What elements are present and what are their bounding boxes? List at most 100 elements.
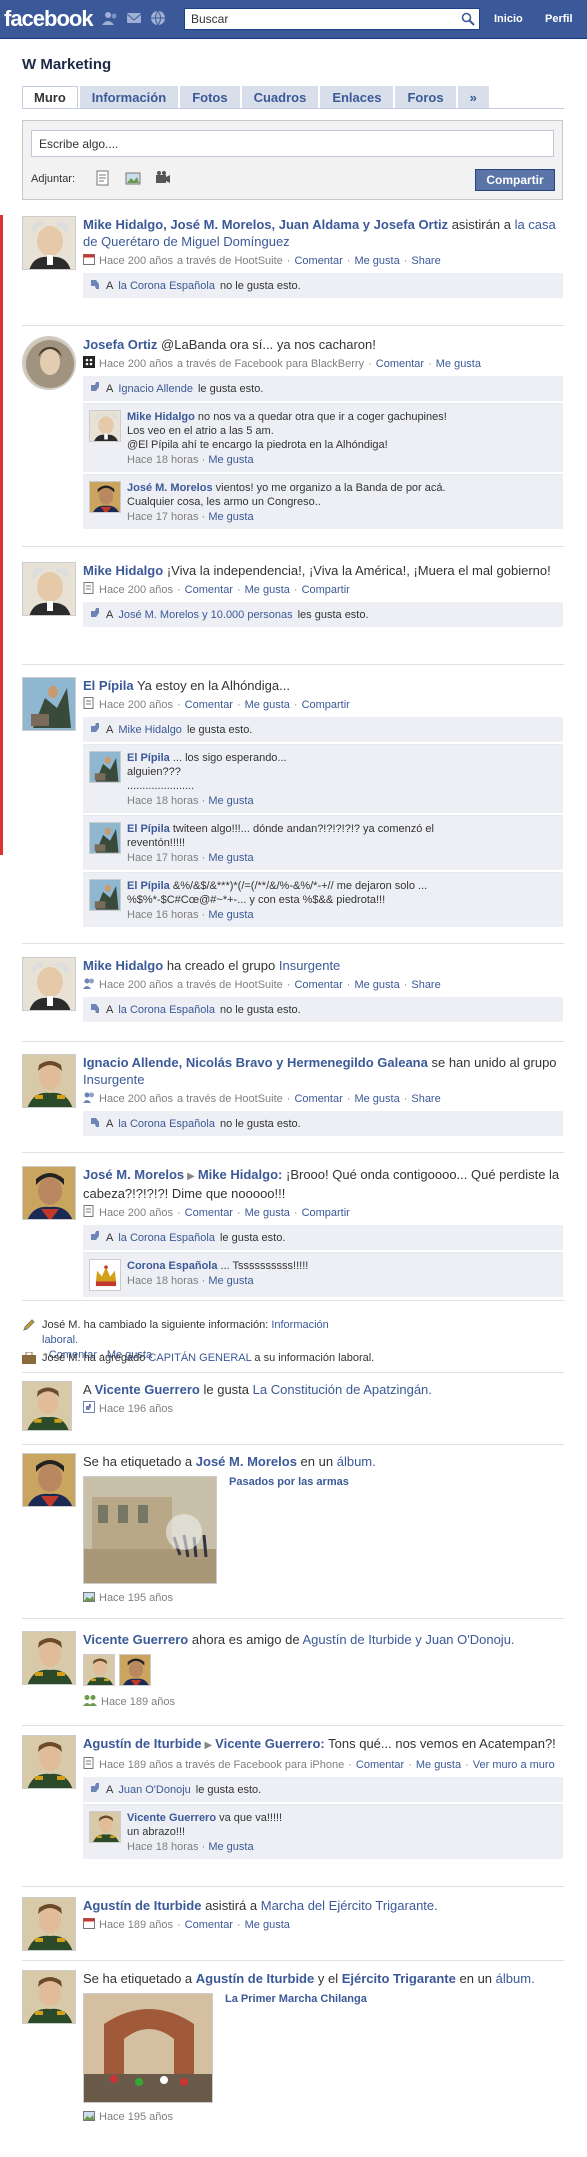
nav-profile-link[interactable]: Perfil <box>545 13 573 25</box>
tab-enlaces[interactable]: Enlaces <box>320 86 394 108</box>
notifications-globe-icon[interactable] <box>150 10 166 26</box>
like-link[interactable]: Me gusta <box>354 1093 399 1105</box>
avatar-vicente-guerrero[interactable] <box>22 1631 76 1685</box>
avatar-jose-morelos[interactable] <box>22 1166 76 1220</box>
friend-thumbnail[interactable] <box>83 1654 115 1686</box>
share-link[interactable]: Share <box>411 1093 440 1105</box>
person-link[interactable]: Mike Hidalgo <box>118 724 182 736</box>
comment-link[interactable]: Comentar <box>185 1919 233 1931</box>
comment-avatar[interactable] <box>89 879 121 911</box>
tab-more[interactable]: » <box>457 86 489 108</box>
person-link[interactable]: la Corona Española <box>118 1004 215 1016</box>
comment-like-link[interactable]: Me gusta <box>208 795 253 807</box>
comment-link[interactable]: Comentar <box>356 1759 404 1771</box>
story-author[interactable]: Vicente Guerrero <box>83 1632 188 1647</box>
friends-link[interactable]: Agustín de Iturbide y Juan O'Donoju. <box>302 1632 514 1647</box>
comment-like-link[interactable]: Me gusta <box>208 852 253 864</box>
comment-author[interactable]: José M. Morelos <box>127 482 213 494</box>
person-link[interactable]: la Corona Española <box>118 280 215 292</box>
share-link[interactable]: Share <box>411 255 440 267</box>
story-author[interactable]: Agustín de Iturbide <box>83 1736 201 1751</box>
attach-photo-icon[interactable] <box>125 170 141 189</box>
story-author[interactable]: Vicente Guerrero <box>95 1382 200 1397</box>
group-link[interactable]: Insurgente <box>83 1072 144 1087</box>
comment-link[interactable]: Comentar <box>185 584 233 596</box>
tab-cuadros[interactable]: Cuadros <box>241 86 319 108</box>
like-link[interactable]: Me gusta <box>354 255 399 267</box>
avatar-ignacio-allende[interactable] <box>22 1054 76 1108</box>
photo-caption[interactable]: La Primer Marcha Chilanga <box>225 1993 367 2103</box>
tab-muro[interactable]: Muro <box>22 86 78 108</box>
photo-caption[interactable]: Pasados por las armas <box>229 1476 349 1584</box>
person-link[interactable]: José M. Morelos y 10.000 personas <box>118 609 292 621</box>
like-link[interactable]: Me gusta <box>436 358 481 370</box>
avatar-agustin-iturbide[interactable] <box>22 1970 76 2024</box>
share-link[interactable]: Share <box>411 979 440 991</box>
story-author[interactable]: Mike Hidalgo <box>83 563 163 578</box>
comment-like-link[interactable]: Me gusta <box>208 1841 253 1853</box>
avatar-mike-hidalgo[interactable] <box>22 216 76 270</box>
search-icon[interactable] <box>461 12 475 29</box>
avatar-vicente-guerrero[interactable] <box>22 1381 72 1431</box>
share-link[interactable]: Compartir <box>302 584 350 596</box>
comment-avatar[interactable] <box>89 751 121 783</box>
event-link[interactable]: Marcha del Ejército Trigarante. <box>261 1898 438 1913</box>
story-author[interactable]: José M. Morelos <box>83 1167 184 1182</box>
album-photo[interactable] <box>83 1476 217 1584</box>
comment-like-link[interactable]: Me gusta <box>208 454 253 466</box>
person-link[interactable]: la Corona Española <box>118 1232 215 1244</box>
comment-link[interactable]: Comentar <box>185 699 233 711</box>
story-author[interactable]: Mike Hidalgo <box>83 958 163 973</box>
page-link[interactable]: La Constitución de Apatzingán. <box>253 1382 432 1397</box>
person-link[interactable]: Ignacio Allende <box>118 383 193 395</box>
comment-link[interactable]: Comentar <box>185 1207 233 1219</box>
comment-like-link[interactable]: Me gusta <box>208 909 253 921</box>
comment-avatar[interactable] <box>89 481 121 513</box>
like-link[interactable]: Me gusta <box>416 1759 461 1771</box>
share-link[interactable]: Compartir <box>302 1207 350 1219</box>
comment-link[interactable]: Comentar <box>294 255 342 267</box>
attach-video-icon[interactable] <box>155 170 171 189</box>
album-photo[interactable] <box>83 1993 213 2103</box>
story-author[interactable]: Agustín de Iturbide <box>83 1898 201 1913</box>
story-author[interactable]: Mike Hidalgo, José M. Morelos, Juan Alda… <box>83 217 448 232</box>
story-author[interactable]: Josefa Ortiz <box>83 337 157 352</box>
like-link[interactable]: Me gusta <box>245 699 290 711</box>
album-link[interactable]: álbum. <box>496 1971 535 1986</box>
messages-icon[interactable] <box>126 10 142 26</box>
comment-author[interactable]: El Pípila <box>127 823 170 835</box>
composer-input[interactable]: Escribe algo.... <box>31 130 554 157</box>
wall-to-wall-link[interactable]: Ver muro a muro <box>473 1759 555 1771</box>
comment-link[interactable]: Comentar <box>294 979 342 991</box>
tagged-person-link[interactable]: José M. Morelos <box>196 1454 297 1469</box>
comment-link[interactable]: Comentar <box>376 358 424 370</box>
friend-thumbnail[interactable] <box>119 1654 151 1686</box>
share-button[interactable]: Compartir <box>475 169 555 191</box>
job-link[interactable]: CAPITÁN GENERAL <box>148 1352 251 1364</box>
target-link[interactable]: Mike Hidalgo: <box>198 1167 283 1182</box>
like-link[interactable]: Me gusta <box>245 1207 290 1219</box>
comment-link[interactable]: Comentar <box>294 1093 342 1105</box>
comment-author[interactable]: Vicente Guerrero <box>127 1812 216 1824</box>
comment-author[interactable]: El Pípila <box>127 752 170 764</box>
target-link[interactable]: Vicente Guerrero: <box>215 1736 325 1751</box>
like-link[interactable]: Me gusta <box>245 1919 290 1931</box>
like-link[interactable]: Me gusta <box>354 979 399 991</box>
comment-author[interactable]: Mike Hidalgo <box>127 411 195 423</box>
avatar-mike-hidalgo[interactable] <box>22 562 76 616</box>
like-link[interactable]: Me gusta <box>245 584 290 596</box>
person-link[interactable]: Juan O'Donoju <box>118 1784 190 1796</box>
story-author[interactable]: Ignacio Allende, Nicolás Bravo y Hermene… <box>83 1055 428 1070</box>
comment-avatar[interactable] <box>89 1259 121 1291</box>
avatar-el-pipila[interactable] <box>22 677 76 731</box>
person-link[interactable]: la Corona Española <box>118 1118 215 1130</box>
comment-like-link[interactable]: Me gusta <box>208 1275 253 1287</box>
tab-foros[interactable]: Foros <box>395 86 456 108</box>
tab-fotos[interactable]: Fotos <box>180 86 240 108</box>
album-link[interactable]: álbum. <box>337 1454 376 1469</box>
tagged-person-link[interactable]: Ejército Trigarante <box>342 1971 456 1986</box>
nav-home-link[interactable]: Inicio <box>494 13 523 25</box>
avatar-agustin-iturbide[interactable] <box>22 1735 76 1789</box>
share-link[interactable]: Compartir <box>302 699 350 711</box>
search-input[interactable] <box>185 9 455 29</box>
